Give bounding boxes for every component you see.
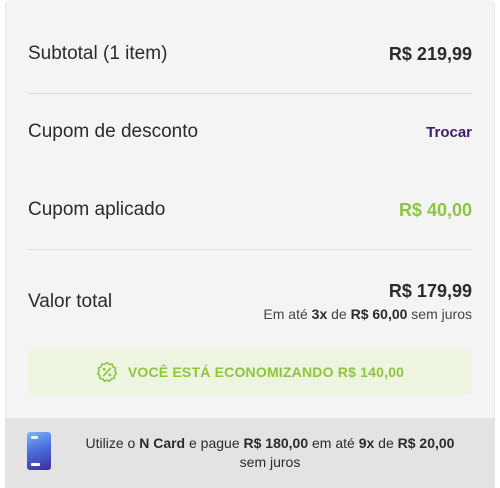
total-value: R$ 179,99 [388, 280, 472, 301]
savings-text: VOCÊ ESTÁ ECONOMIZANDO R$ 140,00 [127, 363, 405, 380]
installments-value: R$ 60,00 [350, 305, 408, 322]
applied-coupon-row: Cupom aplicado R$ 40,00 [28, 192, 472, 228]
ncard-mid3: de [374, 435, 398, 451]
savings-banner: VOCÊ ESTÁ ECONOMIZANDO R$ 140,00 [28, 349, 472, 394]
applied-coupon-value: R$ 40,00 [398, 199, 472, 220]
ncard-installment-value: R$ 20,00 [397, 435, 455, 451]
total-values: R$ 179,99 Em até 3x de R$ 60,00 sem juro… [263, 281, 472, 324]
divider [28, 249, 472, 250]
subtotal-value: R$ 219,99 [388, 43, 472, 64]
installments-prefix: Em até [263, 305, 312, 322]
divider [28, 93, 472, 94]
applied-coupon-label: Cupom aplicado [28, 199, 166, 220]
ncard-installments: 9x [358, 435, 375, 451]
change-coupon-link[interactable]: Trocar [426, 124, 472, 141]
ncard-mid1: e pague [185, 435, 244, 451]
ncard-prefix: Utilize o [85, 435, 140, 451]
subtotal-label: Subtotal (1 item) [28, 43, 168, 64]
installments-mid: de [327, 305, 351, 322]
ncard-amount: R$ 180,00 [243, 435, 309, 451]
ncard-suffix: sem juros [239, 454, 301, 470]
coupon-row: Cupom de desconto Trocar [28, 114, 472, 150]
order-summary-panel: Subtotal (1 item) R$ 219,99 Cupom de des… [5, 0, 495, 488]
ncard-name: N Card [139, 435, 186, 451]
total-row: Valor total R$ 179,99 Em até 3x de R$ 60… [28, 276, 472, 328]
ncard-mid2: em até [308, 435, 359, 451]
subtotal-row: Subtotal (1 item) R$ 219,99 [28, 36, 472, 72]
percent-badge-icon [96, 361, 118, 383]
total-installments: Em até 3x de R$ 60,00 sem juros [263, 306, 472, 322]
coupon-label: Cupom de desconto [28, 121, 199, 142]
total-label: Valor total [28, 291, 113, 312]
installments-count: 3x [311, 305, 328, 322]
installments-suffix: sem juros [407, 305, 472, 322]
ncard-card-icon [27, 432, 51, 470]
ncard-offer-bar: Utilize o N Card e pague R$ 180,00 em at… [5, 418, 495, 488]
ncard-offer-text: Utilize o N Card e pague R$ 180,00 em at… [65, 434, 475, 472]
